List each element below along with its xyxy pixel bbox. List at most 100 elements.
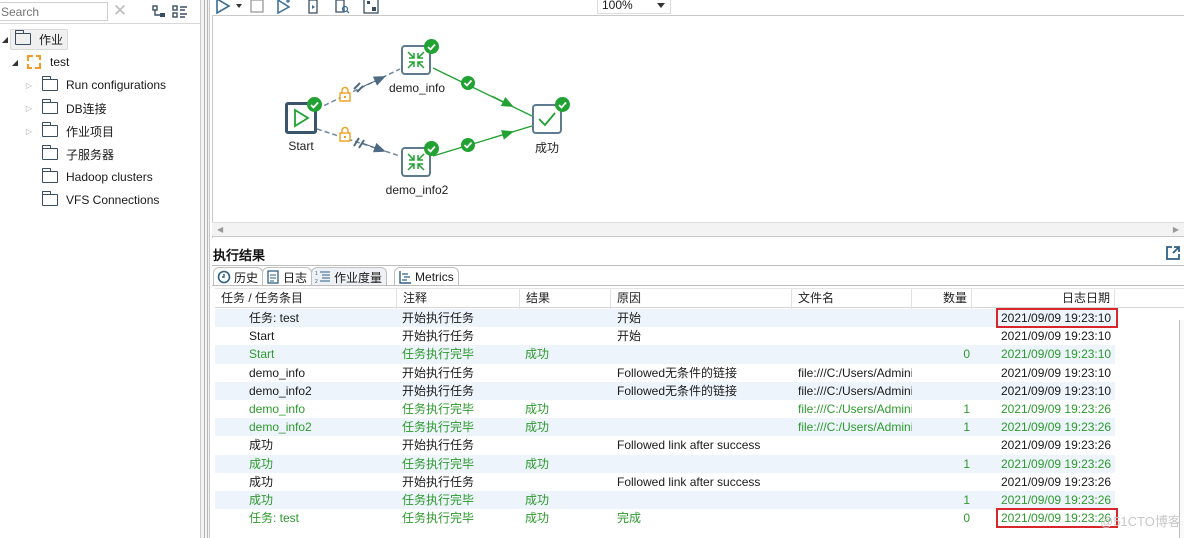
metrics-list-icon: 12 xyxy=(315,271,331,284)
tree-item-slave-servers[interactable]: 子服务器 xyxy=(41,143,115,165)
tree-item-label: 子服务器 xyxy=(66,147,115,162)
column-header-result[interactable]: 结果 xyxy=(520,289,611,309)
node-label: demo_info xyxy=(388,81,446,95)
column-header-count[interactable]: 数量 xyxy=(912,289,972,309)
checkmark-icon xyxy=(538,112,556,127)
column-header-task[interactable]: 任务 / 任务条目 xyxy=(215,289,397,309)
cell-result xyxy=(525,309,611,327)
svg-text:1: 1 xyxy=(315,271,318,277)
app-window: ✕ ◢ 作业 ◢ xyxy=(0,0,1184,538)
node-label: demo_info2 xyxy=(385,183,449,197)
table-row[interactable]: demo_info 任务执行完毕 成功 file:///C:/Users/Admini… xyxy=(215,400,1115,418)
cell-date: 2021/09/09 19:23:26 xyxy=(1001,456,1112,471)
collapsed-arrow-icon[interactable]: ▷ xyxy=(24,104,34,113)
table-row[interactable]: demo_info2 开始执行任务 Followed无条件的链接 file:///C:… xyxy=(215,381,1115,400)
align-icon[interactable] xyxy=(363,0,379,14)
analyze-icon[interactable] xyxy=(334,0,350,14)
tree-item-jobs[interactable]: ◢ 作业 xyxy=(0,28,69,50)
cell-task: demo_info2 xyxy=(249,420,312,435)
cell-reason xyxy=(617,491,792,509)
column-header-filename[interactable]: 文件名 xyxy=(792,289,912,309)
tab-history[interactable]: 历史 xyxy=(213,267,264,286)
table-row[interactable]: 成功 任务执行完毕 成功 1 2021/09/09 19:23:26 xyxy=(215,491,1115,510)
success-badge-icon xyxy=(424,141,439,156)
cell-count: 1 xyxy=(963,402,970,416)
run-icon[interactable] xyxy=(215,0,231,14)
tree-item-run-configurations[interactable]: ▷ Run configurations xyxy=(24,74,166,96)
table-row[interactable]: 成功 任务执行完毕 成功 1 2021/09/09 19:23:26 xyxy=(215,454,1115,473)
folder-icon xyxy=(14,30,31,45)
svg-text:2: 2 xyxy=(315,279,318,284)
canvas-horizontal-scrollbar[interactable]: ◀ ▶ xyxy=(212,222,1184,237)
table-row[interactable]: 成功 开始执行任务 Followed link after success 2021/… xyxy=(215,436,1115,454)
tree-item-hadoop-clusters[interactable]: Hadoop clusters xyxy=(41,166,153,188)
table-row[interactable]: 成功 开始执行任务 Followed link after success 2021/… xyxy=(215,473,1115,491)
cell-comment: 任务执行完毕 xyxy=(402,420,475,435)
repository-panel: ✕ ◢ 作业 ◢ xyxy=(0,0,200,538)
node-label: Start xyxy=(288,139,314,153)
node-label: 成功 xyxy=(534,141,559,155)
scroll-left-icon[interactable]: ◀ xyxy=(217,225,223,234)
table-row[interactable]: Start 任务执行完毕 成功 0 2021/09/09 19:23:10 xyxy=(215,345,1115,364)
clear-search-icon[interactable]: ✕ xyxy=(111,1,129,21)
replay-icon[interactable] xyxy=(276,0,292,14)
cell-task: 成功 xyxy=(249,493,274,507)
tree-item-vfs-connections[interactable]: VFS Connections xyxy=(41,189,159,211)
cell-result: 成功 xyxy=(525,347,550,362)
cell-date-highlighted: 2021/09/09 19:23:26 xyxy=(996,508,1118,529)
table-row[interactable]: demo_info 开始执行任务 Followed无条件的链接 file:///C:/… xyxy=(215,364,1115,382)
expanded-arrow-icon[interactable]: ◢ xyxy=(0,35,10,44)
cell-reason: Followed无条件的链接 xyxy=(617,365,738,380)
expanded-arrow-icon[interactable]: ◢ xyxy=(10,58,20,67)
hop-demo-info2-success[interactable] xyxy=(432,125,533,157)
cell-count xyxy=(912,382,970,400)
cell-reason: 开始 xyxy=(617,311,642,325)
cell-filename xyxy=(798,327,912,345)
verify-icon[interactable] xyxy=(306,0,320,14)
maximize-icon[interactable] xyxy=(1165,245,1181,261)
zoom-select[interactable]: 100% xyxy=(597,0,671,14)
folder-icon xyxy=(41,191,58,206)
cell-reason xyxy=(617,400,792,418)
table-row[interactable]: 任务: test 任务执行完毕 成功 完成 0 2021/09/09 19:23:26 xyxy=(215,508,1118,529)
hop-start-demo-info2[interactable] xyxy=(316,128,401,157)
scroll-right-icon[interactable]: ▶ xyxy=(1173,225,1179,234)
tab-metrics[interactable]: Metrics xyxy=(394,267,459,286)
column-header-log-date[interactable]: 日志日期 xyxy=(972,289,1115,309)
tab-label: 作业度量 xyxy=(334,270,383,285)
cell-result xyxy=(525,382,611,400)
cell-filename xyxy=(798,455,912,473)
log-icon xyxy=(267,270,279,284)
cell-comment: 任务执行完毕 xyxy=(402,456,475,471)
table-row[interactable]: demo_info2 任务执行完毕 成功 file:///C:/Users/Admin… xyxy=(215,418,1115,437)
tree-item-label: test xyxy=(50,55,70,69)
search-input[interactable] xyxy=(0,2,108,21)
run-dropdown-icon[interactable] xyxy=(235,0,243,14)
tree-item-test[interactable]: ◢ test xyxy=(10,51,69,73)
panel-splitter[interactable] xyxy=(200,0,210,538)
results-title: 执行结果 xyxy=(213,248,266,263)
table-row[interactable]: 任务: test 开始执行任务 开始 2021/09/09 19:23:10 xyxy=(215,308,1118,328)
tree-item-job-entries[interactable]: ▷ 作业项目 xyxy=(24,120,114,142)
tab-job-metrics[interactable]: 12 作业度量 xyxy=(311,267,388,286)
cell-reason: Followed link after success xyxy=(617,474,761,489)
cell-reason: 开始 xyxy=(617,329,642,344)
collapsed-arrow-icon[interactable]: ▷ xyxy=(24,81,34,90)
column-header-reason[interactable]: 原因 xyxy=(611,289,792,309)
job-icon xyxy=(27,55,41,69)
column-header-comment[interactable]: 注释 xyxy=(397,289,520,309)
tree-view-icon[interactable] xyxy=(150,3,168,21)
tree-item-label: Hadoop clusters xyxy=(66,170,153,184)
cell-result: 成功 xyxy=(525,420,550,435)
tab-log[interactable]: 日志 xyxy=(262,267,313,286)
list-view-icon[interactable] xyxy=(171,3,189,21)
cell-result: 成功 xyxy=(525,402,550,416)
cell-filename xyxy=(798,436,912,454)
collapsed-arrow-icon[interactable]: ▷ xyxy=(24,127,34,136)
tree-item-db-connections[interactable]: ▷ DB连接 xyxy=(24,97,107,119)
table-row[interactable]: Start 开始执行任务 开始 2021/09/09 19:23:10 xyxy=(215,327,1115,345)
stop-icon[interactable] xyxy=(250,0,264,14)
chevron-down-icon xyxy=(657,3,665,8)
cell-task: Start xyxy=(249,329,275,344)
table-vertical-scrollbar[interactable] xyxy=(1179,320,1184,538)
